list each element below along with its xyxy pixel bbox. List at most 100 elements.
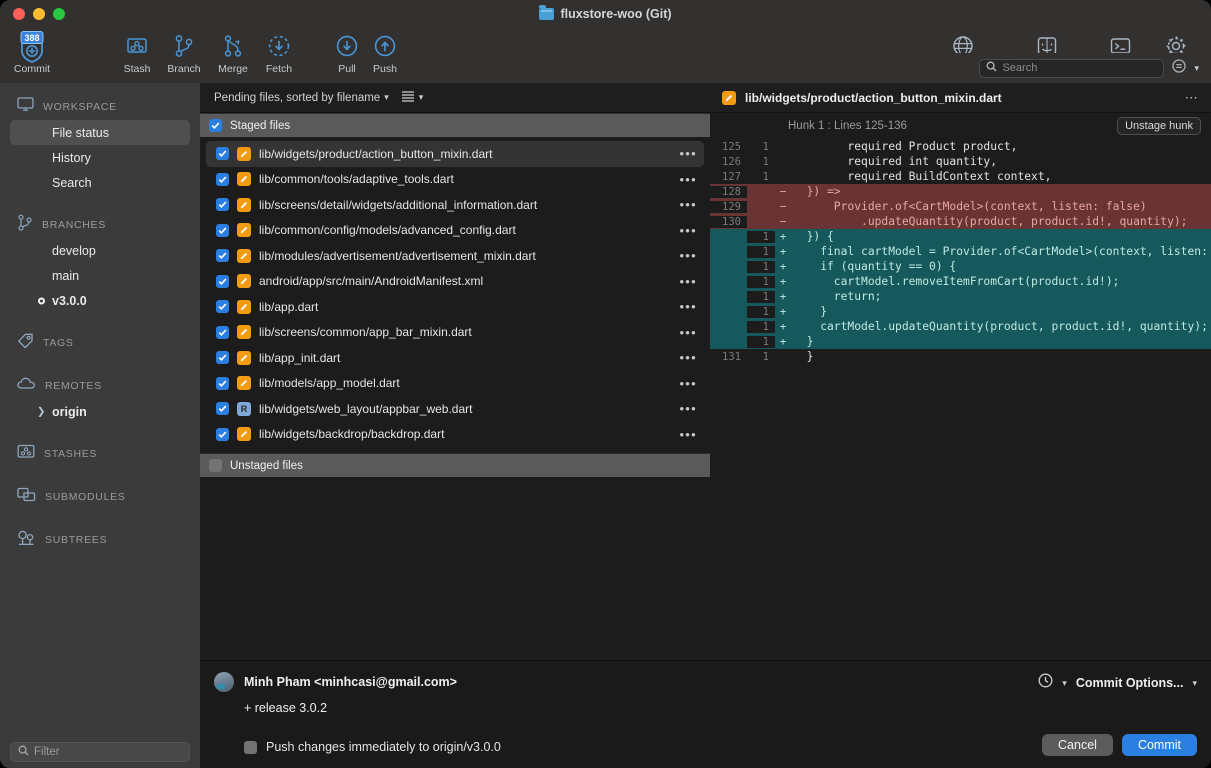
diff-line-sign: − [779, 215, 787, 228]
unstaged-files-header[interactable]: Unstaged files [200, 453, 710, 477]
unstage-hunk-button[interactable]: Unstage hunk [1117, 117, 1201, 135]
file-row-checkbox[interactable] [216, 249, 229, 263]
diff-new-line-number: 1 [747, 170, 775, 183]
file-row-menu-button[interactable]: ••• [679, 249, 697, 262]
toolbar-fetch[interactable]: Fetch [247, 30, 311, 75]
file-row[interactable]: lib/common/config/models/advanced_config… [206, 218, 704, 244]
sidebar-item-file-status[interactable]: File status [10, 120, 190, 145]
file-row-checkbox[interactable] [216, 325, 229, 339]
toolbar-commit[interactable]: 388 Commit [0, 30, 64, 75]
file-row[interactable]: lib/screens/detail/widgets/additional_in… [206, 192, 704, 218]
file-row-checkbox[interactable] [216, 300, 229, 314]
diff-line-text: if (quantity == 0) { [793, 260, 957, 273]
push-immediately-row[interactable]: Push changes immediately to origin/v3.0.… [244, 740, 501, 754]
subtree-icon [17, 530, 36, 551]
chevron-down-icon[interactable]: ▾ [1062, 678, 1067, 689]
file-row-checkbox[interactable] [216, 427, 229, 441]
diff-menu-button[interactable]: ⋯ [1185, 91, 1199, 104]
clock-icon[interactable] [1038, 673, 1053, 693]
diff-line: 1 + } [710, 304, 1211, 319]
chevron-down-icon[interactable]: ▾ [1194, 63, 1199, 74]
file-row-checkbox[interactable] [216, 223, 229, 237]
staged-files-checkbox[interactable] [209, 119, 222, 132]
sidebar-section-tags: TAGS [0, 330, 200, 356]
file-row-path: lib/modules/advertisement/advertisement_… [259, 248, 536, 263]
commit-bar: Minh Pham <minhcasi@gmail.com> + release… [200, 660, 1211, 768]
file-row-checkbox[interactable] [216, 147, 229, 161]
filter-input[interactable]: Filter [10, 741, 190, 762]
file-row[interactable]: lib/models/app_model.dart ••• [206, 371, 704, 397]
file-row[interactable]: lib/widgets/product/action_button_mixin.… [206, 141, 704, 167]
sidebar-item-file-status-label: File status [52, 125, 109, 140]
diff-options-icon[interactable] [1172, 58, 1187, 78]
sidebar-item-branch-develop[interactable]: develop [10, 238, 190, 263]
file-row-path: lib/common/tools/adaptive_tools.dart [259, 172, 454, 187]
diff-line-sign: + [779, 260, 787, 273]
sidebar-item-branch-v300[interactable]: v3.0.0 [10, 288, 190, 313]
close-button[interactable] [13, 8, 25, 20]
file-row-menu-button[interactable]: ••• [679, 428, 697, 441]
file-row[interactable]: lib/app.dart ••• [206, 294, 704, 320]
sidebar-item-history[interactable]: History [10, 145, 190, 170]
file-row[interactable]: lib/common/tools/adaptive_tools.dart ••• [206, 167, 704, 193]
diff-line: 127 1 required BuildContext context, [710, 169, 1211, 184]
file-row[interactable]: lib/app_init.dart ••• [206, 345, 704, 371]
sidebar: WORKSPACE File status History Search BRA… [0, 83, 200, 768]
diff-line: 1 + final cartModel = Provider.of<CartMod… [710, 244, 1211, 259]
file-row-menu-button[interactable]: ••• [679, 147, 697, 160]
diff-line-text: Provider.of<CartModel>(context, listen: … [793, 200, 1147, 213]
file-row-checkbox[interactable] [216, 376, 229, 390]
file-row[interactable]: android/app/src/main/AndroidManifest.xml… [206, 269, 704, 295]
file-row-menu-button[interactable]: ••• [679, 224, 697, 237]
maximize-button[interactable] [53, 8, 65, 20]
list-view-icon [401, 90, 415, 105]
file-row-checkbox[interactable] [216, 402, 229, 416]
diff-new-line-number: 1 [747, 245, 775, 258]
search-input[interactable]: Search [979, 58, 1165, 78]
file-list-toolbar: Pending files, sorted by filename ▾ ▾ [200, 83, 710, 113]
unstaged-files-checkbox[interactable] [209, 459, 222, 472]
commit-message-input[interactable]: + release 3.0.2 [244, 697, 1197, 719]
file-row-menu-button[interactable]: ••• [679, 173, 697, 186]
file-row-checkbox[interactable] [216, 172, 229, 186]
commit-options-label[interactable]: Commit Options... [1076, 676, 1184, 690]
sort-dropdown[interactable]: Pending files, sorted by filename ▾ [214, 92, 389, 104]
file-row-checkbox[interactable] [216, 274, 229, 288]
file-row-checkbox[interactable] [216, 351, 229, 365]
sidebar-item-branch-main[interactable]: main [10, 263, 190, 288]
staged-files-header[interactable]: Staged files [200, 113, 710, 137]
diff-line-sign: + [779, 290, 787, 303]
cancel-button[interactable]: Cancel [1042, 734, 1113, 756]
file-row[interactable]: lib/widgets/backdrop/backdrop.dart ••• [206, 422, 704, 448]
file-row[interactable]: lib/modules/advertisement/advertisement_… [206, 243, 704, 269]
sidebar-section-remotes-label: REMOTES [45, 380, 102, 392]
search-placeholder: Search [1002, 62, 1038, 74]
modified-status-icon [237, 172, 251, 187]
sidebar-item-search[interactable]: Search [10, 170, 190, 195]
sidebar-item-remote-origin[interactable]: ❯ origin [10, 399, 190, 424]
file-row-menu-button[interactable]: ••• [679, 377, 697, 390]
modified-status-icon [722, 90, 736, 105]
view-mode-dropdown[interactable]: ▾ [401, 90, 423, 105]
sort-dropdown-label: Pending files, sorted by filename [214, 91, 381, 104]
file-row[interactable]: lib/screens/common/app_bar_mixin.dart ••• [206, 320, 704, 346]
file-row-menu-button[interactable]: ••• [679, 275, 697, 288]
file-row-path: lib/screens/common/app_bar_mixin.dart [259, 325, 472, 340]
file-row-menu-button[interactable]: ••• [679, 402, 697, 415]
minimize-button[interactable] [33, 8, 45, 20]
file-row-checkbox[interactable] [216, 198, 229, 212]
file-row-menu-button[interactable]: ••• [679, 198, 697, 211]
toolbar-push[interactable]: Push [353, 30, 417, 75]
chevron-right-icon[interactable]: ❯ [37, 406, 45, 417]
diff-line-text: final cartModel = Provider.of<CartModel>… [820, 245, 1208, 258]
file-row-menu-button[interactable]: ••• [679, 351, 697, 364]
file-row-menu-button[interactable]: ••• [679, 300, 697, 313]
monitor-icon [17, 97, 34, 117]
commit-button[interactable]: Commit [1121, 734, 1197, 756]
diff-line-text: required BuildContext context, [793, 170, 1052, 183]
file-row[interactable]: Rlib/widgets/web_layout/appbar_web.dart •… [206, 396, 704, 422]
modified-status-icon [237, 146, 251, 161]
chevron-down-icon[interactable]: ▾ [1192, 678, 1197, 689]
file-row-menu-button[interactable]: ••• [679, 326, 697, 339]
push-immediately-checkbox[interactable] [244, 740, 257, 754]
